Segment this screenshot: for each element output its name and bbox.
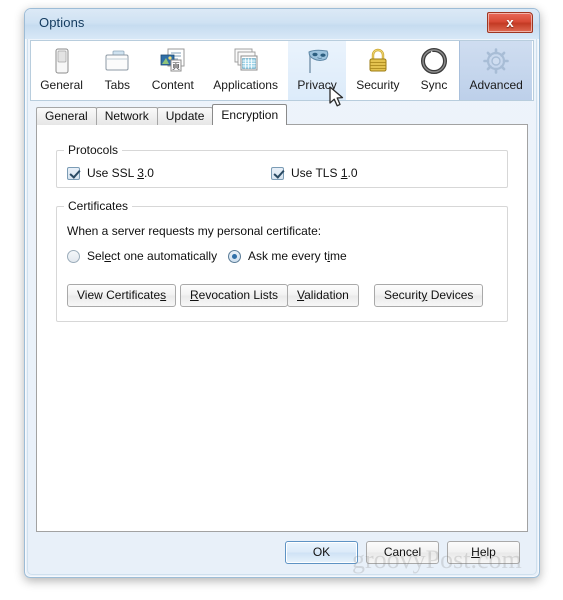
subtab-encryption[interactable]: Encryption [212,104,288,125]
close-button[interactable]: x [487,12,533,33]
encryption-content-panel: Protocols Use SSL 3.0 Use TLS 1.0 Certif… [36,124,528,532]
subtab-general[interactable]: General [36,107,97,125]
toolbar-label-security: Security [356,78,400,92]
security-devices-after: Devices [427,288,474,302]
ask-me-every-time-label: Ask me every time [248,249,347,263]
toolbar-item-advanced[interactable]: Advanced [459,41,534,100]
radio-auto-before: Sel [87,249,105,263]
use-tls-label: Use TLS 1.0 [291,166,358,180]
radio-ask-before: Ask me every t [248,249,328,263]
toolbar-label-general: General [40,78,83,92]
view-certificates-accel: s [160,288,167,302]
use-tls-label-before: Use TLS [291,166,341,180]
select-one-automatically-label: Select one automatically [87,249,217,263]
options-dialog-window: Options x General Tabs 頁 Content Applica… [24,8,540,578]
subtab-network[interactable]: Network [95,107,158,125]
toolbar-label-advanced: Advanced [469,78,523,92]
window-title: Options [39,15,85,30]
radio-auto-after: ct one automatically [111,249,218,263]
security-devices-before: Securit [384,288,422,302]
validation-button[interactable]: Validation [287,284,359,307]
view-certificates-before: View Certificate [77,288,161,302]
toolbar-item-content[interactable]: 頁 Content [143,41,205,100]
ask-me-every-time-radio[interactable] [228,249,241,263]
toolbar-item-general[interactable]: General [31,41,94,100]
help-accel: H [471,545,480,559]
applications-grid-icon [231,46,261,76]
ok-button[interactable]: OK [285,541,358,564]
encryption-subtab-strip: General Network Update Encryption [36,104,288,125]
toolbar-item-tabs[interactable]: Tabs [93,41,143,100]
protocols-groupbox: Protocols Use SSL 3.0 Use TLS 1.0 [56,143,508,188]
toolbar-label-tabs: Tabs [104,78,131,92]
use-tls-checkbox[interactable] [271,166,284,180]
tabs-folder-icon [102,46,132,76]
title-bar[interactable]: Options x [25,9,539,39]
security-padlock-icon [363,46,393,76]
general-switch-icon [47,46,77,76]
select-one-automatically-radio[interactable] [67,249,80,263]
dialog-button-bar: OK Cancel Help [36,538,528,568]
use-ssl-label-after: .0 [143,166,154,180]
toolbar-label-content: Content [151,78,194,92]
revocation-lists-after: evocation Lists [198,288,279,302]
protocols-legend: Protocols [64,143,123,157]
use-tls-label-after: .0 [347,166,358,180]
options-toolbar: General Tabs 頁 Content Applications Priv… [30,40,534,101]
help-after: elp [479,545,496,559]
certificate-prompt-label: When a server requests my personal certi… [67,224,322,238]
validation-after: alidation [304,288,349,302]
revocation-lists-accel: R [190,288,199,302]
toolbar-item-applications[interactable]: Applications [204,41,289,100]
subtab-update[interactable]: Update [156,107,214,125]
toolbar-item-sync[interactable]: Sync [410,41,460,100]
content-page-icon: 頁 [158,46,188,76]
cancel-button[interactable]: Cancel [366,541,439,564]
use-ssl-label: Use SSL 3.0 [87,166,154,180]
dialog-body: General Network Update Encryption Protoc… [30,104,534,572]
view-certificates-button[interactable]: View Certificates [67,284,177,307]
use-ssl-label-before: Use SSL [87,166,138,180]
advanced-gear-icon [481,46,511,76]
revocation-lists-button[interactable]: Revocation Lists [180,284,289,307]
use-ssl-checkbox[interactable] [67,166,80,180]
radio-ask-after: me [330,249,347,263]
radio-select-automatically-row[interactable]: Select one automatically [67,249,217,263]
certificates-groupbox: Certificates When a server requests my p… [56,199,508,322]
privacy-mask-icon [302,46,332,76]
toolbar-item-privacy[interactable]: Privacy [288,41,347,100]
svg-text:頁: 頁 [172,62,180,71]
use-tls-accel: 1 [340,166,348,180]
security-devices-button[interactable]: Security Devices [374,284,484,307]
use-ssl-row[interactable]: Use SSL 3.0 [67,166,154,180]
help-button[interactable]: Help [447,541,520,564]
toolbar-item-security[interactable]: Security [347,41,410,100]
toolbar-label-sync: Sync [420,78,448,92]
use-tls-row[interactable]: Use TLS 1.0 [271,166,358,180]
close-icon: x [506,15,514,30]
sync-refresh-icon [419,46,449,76]
use-ssl-accel: 3 [137,166,144,180]
toolbar-label-applications: Applications [213,78,278,92]
toolbar-label-privacy: Privacy [297,78,337,92]
radio-ask-every-time-row[interactable]: Ask me every time [228,249,347,263]
certificates-legend: Certificates [64,199,133,213]
